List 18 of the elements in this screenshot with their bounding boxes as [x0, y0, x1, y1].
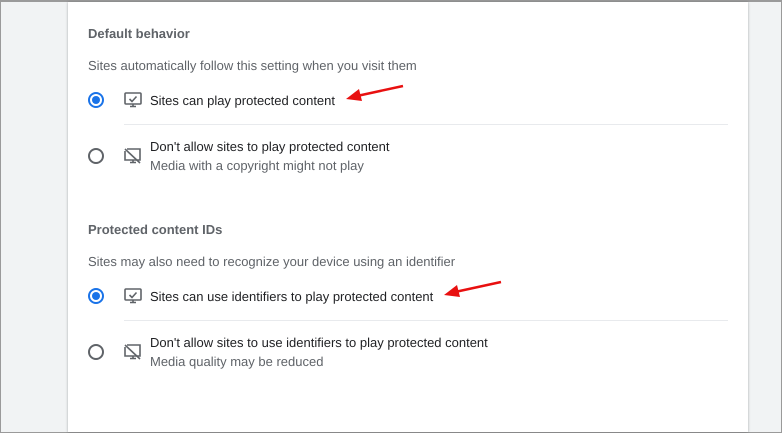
monitor-off-icon [124, 148, 142, 164]
monitor-check-icon [124, 288, 142, 304]
option-description: Media quality may be reduced [150, 354, 324, 369]
option-label[interactable]: Don't allow sites to use identifiers to play protected content [150, 335, 488, 350]
section-description: Sites automatically follow this setting when you visit them [88, 57, 417, 75]
radio-button[interactable] [88, 344, 104, 360]
radio-button[interactable] [88, 92, 104, 108]
option-description: Media with a copyright might not play [150, 158, 365, 173]
section-heading: Protected content IDs [88, 221, 222, 239]
monitor-off-icon [124, 344, 142, 360]
radio-button[interactable] [88, 148, 104, 164]
monitor-check-icon [124, 92, 142, 108]
option-label[interactable]: Sites can use identifiers to play protected content [150, 288, 434, 304]
option-label[interactable]: Sites can play protected content [150, 92, 336, 108]
section-heading: Default behavior [88, 25, 190, 43]
radio-button[interactable] [88, 288, 104, 304]
section-description: Sites may also need to recognize your device using an identifier [88, 253, 456, 271]
option-label[interactable]: Don't allow sites to play protected content [150, 139, 390, 154]
